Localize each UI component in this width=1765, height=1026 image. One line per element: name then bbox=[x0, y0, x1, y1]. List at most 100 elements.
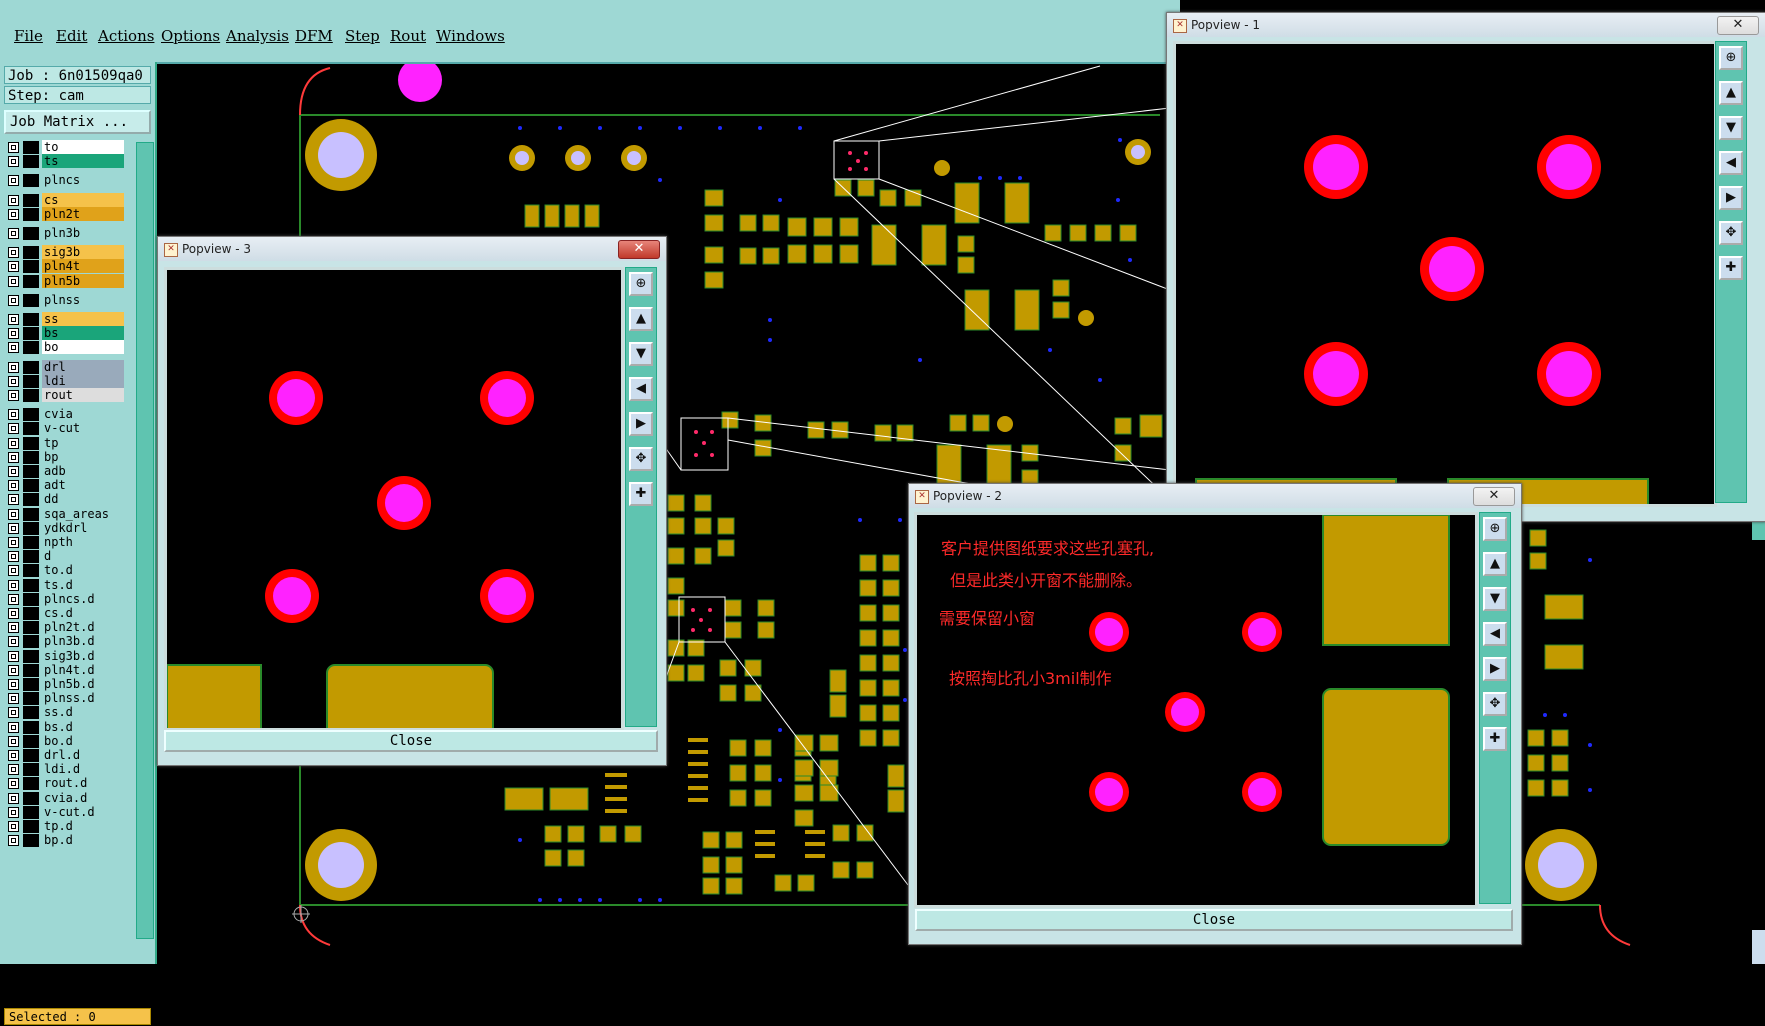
layer-color-swatch[interactable] bbox=[23, 436, 39, 450]
layer-checkbox[interactable] bbox=[8, 792, 19, 804]
layer-row[interactable]: drl.d bbox=[4, 748, 124, 763]
layer-color-swatch[interactable] bbox=[23, 274, 39, 288]
pan-right-icon[interactable]: ▶ bbox=[1719, 186, 1743, 210]
layer-name[interactable]: ss bbox=[42, 312, 124, 326]
layer-checkbox[interactable] bbox=[8, 579, 19, 591]
layer-checkbox[interactable] bbox=[8, 750, 19, 761]
center-icon[interactable]: ✚ bbox=[629, 482, 653, 506]
layer-row[interactable]: bp bbox=[4, 449, 124, 465]
layer-color-swatch[interactable] bbox=[23, 734, 39, 748]
layer-checkbox[interactable] bbox=[8, 142, 19, 153]
layer-checkbox[interactable] bbox=[8, 565, 19, 577]
layer-name[interactable]: adt bbox=[42, 478, 124, 493]
layer-name[interactable]: pln4t bbox=[42, 259, 124, 274]
layer-row[interactable]: pln4t bbox=[4, 259, 124, 274]
zoom-in-icon[interactable]: ⊕ bbox=[629, 272, 653, 296]
layer-name[interactable]: bs.d bbox=[42, 719, 124, 734]
layer-checkbox[interactable] bbox=[8, 208, 19, 220]
layer-checkbox[interactable] bbox=[8, 261, 19, 273]
layer-color-swatch[interactable] bbox=[23, 507, 39, 521]
pan-left-icon[interactable]: ◀ bbox=[629, 377, 653, 401]
layer-row[interactable]: ss.d bbox=[4, 705, 124, 720]
layer-color-swatch[interactable] bbox=[23, 550, 39, 564]
layer-checkbox[interactable] bbox=[8, 494, 19, 506]
layer-color-swatch[interactable] bbox=[23, 450, 39, 464]
layer-color-swatch[interactable] bbox=[23, 607, 39, 620]
layer-color-swatch[interactable] bbox=[23, 389, 39, 402]
layer-checkbox[interactable] bbox=[8, 423, 19, 435]
menu-options[interactable]: Options bbox=[161, 27, 220, 45]
menu-analysis[interactable]: Analysis bbox=[226, 27, 289, 45]
layer-color-swatch[interactable] bbox=[23, 663, 39, 677]
layer-checkbox[interactable] bbox=[8, 156, 19, 168]
layer-checkbox[interactable] bbox=[8, 608, 19, 619]
layer-checkbox[interactable] bbox=[8, 375, 19, 387]
layer-color-swatch[interactable] bbox=[23, 327, 39, 341]
layer-name[interactable]: dd bbox=[42, 492, 124, 507]
popview-3-canvas[interactable] bbox=[164, 267, 624, 731]
layer-color-swatch[interactable] bbox=[23, 479, 39, 493]
layer-checkbox[interactable] bbox=[8, 437, 19, 449]
layer-color-swatch[interactable] bbox=[23, 246, 39, 260]
layer-name[interactable]: bp bbox=[42, 449, 124, 464]
layer-checkbox[interactable] bbox=[8, 764, 19, 776]
layer-checkbox[interactable] bbox=[8, 650, 19, 662]
layer-color-swatch[interactable] bbox=[23, 207, 39, 221]
layer-row[interactable]: cs bbox=[4, 192, 124, 208]
layer-row[interactable]: plncs bbox=[4, 173, 124, 188]
layer-color-swatch[interactable] bbox=[23, 141, 39, 154]
layer-color-swatch[interactable] bbox=[23, 749, 39, 762]
layer-color-swatch[interactable] bbox=[23, 564, 39, 578]
layer-color-swatch[interactable] bbox=[23, 536, 39, 549]
layer-name[interactable]: adb bbox=[42, 464, 124, 478]
layer-row[interactable]: to bbox=[4, 140, 124, 155]
layer-color-swatch[interactable] bbox=[23, 260, 39, 274]
pan-left-icon[interactable]: ◀ bbox=[1483, 622, 1507, 646]
layer-row[interactable]: ss bbox=[4, 312, 124, 327]
layer-row[interactable]: d bbox=[4, 549, 124, 564]
layer-color-swatch[interactable] bbox=[23, 293, 39, 307]
layer-name[interactable]: bs bbox=[42, 326, 124, 341]
layer-row[interactable]: pln4t.d bbox=[4, 662, 124, 678]
layer-name[interactable]: ldi.d bbox=[42, 762, 124, 777]
layer-color-swatch[interactable] bbox=[23, 422, 39, 436]
layer-checkbox[interactable] bbox=[8, 806, 19, 818]
menu-file[interactable]: File bbox=[14, 27, 43, 45]
layer-row[interactable]: bo bbox=[4, 340, 124, 355]
layer-name[interactable]: d bbox=[42, 549, 124, 564]
layer-checkbox[interactable] bbox=[8, 409, 19, 421]
layer-checkbox[interactable] bbox=[8, 175, 19, 187]
layer-checkbox[interactable] bbox=[8, 342, 19, 354]
layer-row[interactable]: ydkdrl bbox=[4, 520, 124, 536]
layer-name[interactable]: pln5b.d bbox=[42, 677, 124, 691]
layer-name[interactable]: sqa_areas bbox=[42, 506, 124, 521]
popview-2-close-icon[interactable]: ✕ bbox=[1473, 487, 1515, 506]
layer-name[interactable]: plnss.d bbox=[42, 691, 124, 706]
layer-checkbox[interactable] bbox=[8, 622, 19, 634]
layer-color-swatch[interactable] bbox=[23, 521, 39, 535]
layer-row[interactable]: v-cut bbox=[4, 421, 124, 436]
layer-checkbox[interactable] bbox=[8, 451, 19, 463]
layer-checkbox[interactable] bbox=[8, 735, 19, 747]
layer-checkbox[interactable] bbox=[8, 390, 19, 401]
layer-color-swatch[interactable] bbox=[23, 763, 39, 777]
layer-name[interactable]: to bbox=[42, 140, 124, 154]
layer-row[interactable]: cs.d bbox=[4, 606, 124, 621]
layer-row[interactable]: pln2t bbox=[4, 206, 124, 222]
zoom-down-icon[interactable]: ▼ bbox=[1483, 587, 1507, 611]
layer-name[interactable]: tp bbox=[42, 435, 124, 450]
layer-color-swatch[interactable] bbox=[23, 706, 39, 720]
layer-color-swatch[interactable] bbox=[23, 578, 39, 592]
layer-checkbox[interactable] bbox=[8, 721, 19, 733]
layer-name[interactable]: cvia.d bbox=[42, 790, 124, 805]
layer-color-swatch[interactable] bbox=[23, 408, 39, 422]
layer-checkbox[interactable] bbox=[8, 228, 19, 239]
layer-checkbox[interactable] bbox=[8, 247, 19, 259]
layer-name[interactable]: cvia bbox=[42, 407, 124, 422]
fit-screen-icon[interactable]: ✥ bbox=[1719, 221, 1743, 245]
layer-name[interactable]: rout bbox=[42, 388, 124, 402]
layer-checkbox[interactable] bbox=[8, 778, 19, 790]
zoom-in-icon[interactable]: ⊕ bbox=[1719, 46, 1743, 70]
layer-row[interactable]: sig3b bbox=[4, 245, 124, 260]
popview-1-titlebar[interactable]: ✕ Popview - 1 bbox=[1167, 13, 1765, 37]
